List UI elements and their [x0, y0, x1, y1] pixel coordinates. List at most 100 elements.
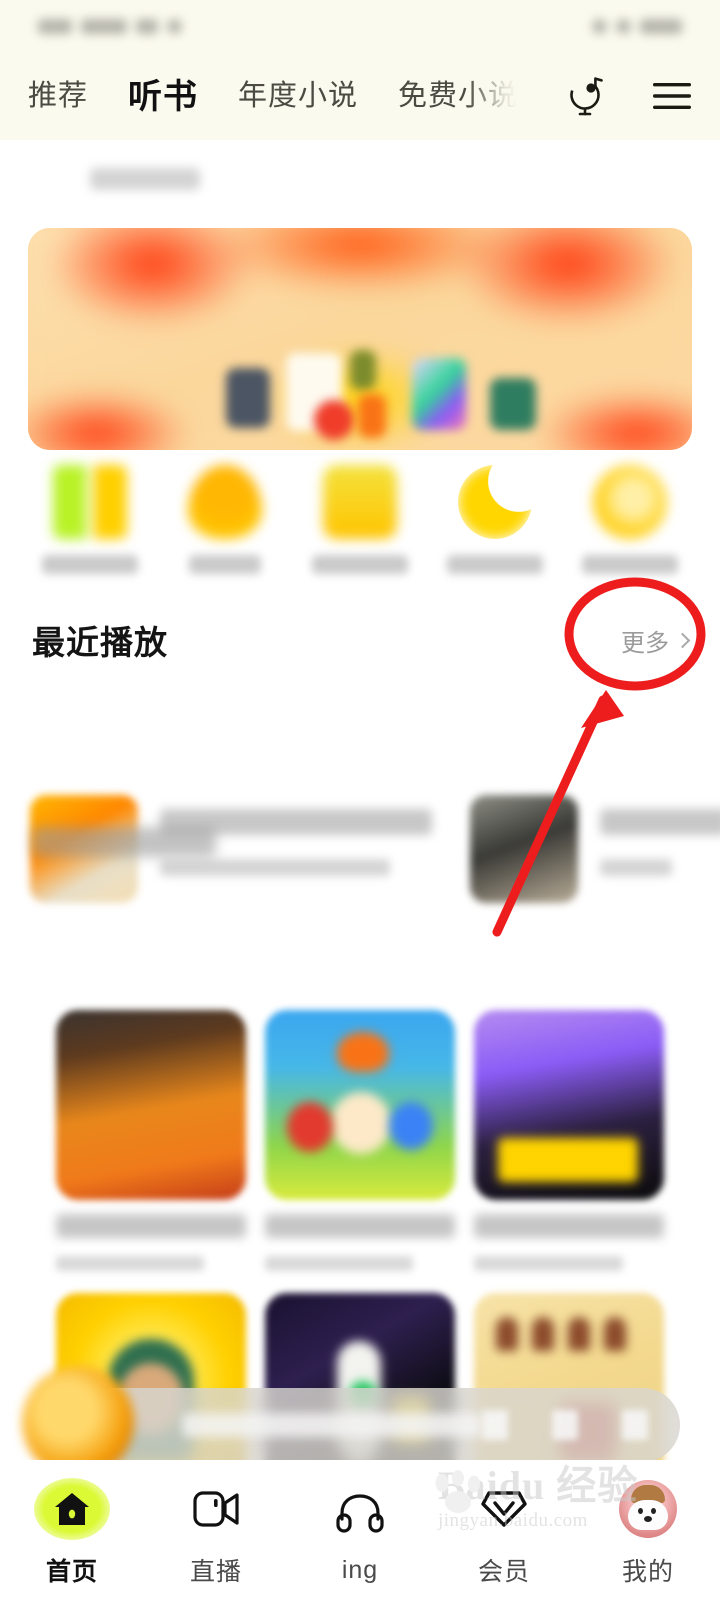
chevron-right-icon [674, 632, 691, 648]
book-title-1 [55, 1214, 246, 1238]
avatar-nose [644, 1516, 652, 1522]
quick-label-1 [41, 555, 138, 574]
breadcrumb-label [90, 168, 200, 190]
book-cover-3 [474, 1010, 665, 1200]
book-title-3 [474, 1214, 665, 1238]
recent-more-button[interactable]: 更多 [621, 623, 691, 658]
tab-vip-label: 会员 [477, 1558, 530, 1586]
recommend-section-header [0, 812, 720, 872]
status-bar [0, 0, 720, 52]
quick-icon-4 [458, 465, 533, 539]
wifi-icon [616, 18, 631, 34]
app-screen: 推荐 听书 年度小说 免费小说 最近播放 更多 首页 直播 ing 会员 我的 … [0, 0, 720, 1600]
quick-item-1[interactable] [30, 465, 150, 595]
page-content: 最近播放 更多 [0, 140, 720, 1554]
bottom-tab-bar: 首页 直播 ing 会员 我的 [0, 1460, 720, 1600]
menu-icon[interactable] [646, 70, 698, 122]
tab-mine-label: 我的 [621, 1558, 674, 1586]
playlist-button[interactable] [622, 1410, 648, 1440]
recommend-section-title [32, 827, 216, 857]
cover-figure-k [496, 1317, 519, 1351]
mini-player-controls [482, 1410, 648, 1440]
status-bar-left [38, 18, 182, 34]
quick-icon-1 [52, 465, 127, 539]
status-bar-right [592, 18, 682, 34]
avatar-icon [619, 1480, 677, 1538]
recent-section-title: 最近播放 [32, 624, 168, 661]
tab-ing-label: ing [341, 1555, 379, 1584]
tab-vip[interactable]: 会员 [432, 1460, 576, 1600]
mini-player-title [182, 1413, 482, 1437]
cover-figure-a [336, 1032, 389, 1072]
book-subtitle-1 [55, 1256, 204, 1271]
tab-recommend[interactable]: 推荐 [28, 70, 88, 122]
battery-icon [640, 18, 682, 34]
quick-item-3[interactable] [300, 465, 420, 595]
avatar [619, 1480, 677, 1538]
pause-button[interactable] [482, 1410, 508, 1440]
tab-ing[interactable]: ing [288, 1460, 432, 1600]
status-time [81, 18, 127, 34]
avatar-face [628, 1500, 668, 1530]
tab-free-novel[interactable]: 免费小说 [398, 70, 518, 122]
cover-figure-l [532, 1317, 555, 1351]
book-card-2[interactable] [264, 1010, 455, 1271]
vip-diamond-icon [480, 1480, 528, 1538]
quick-label-2 [188, 555, 261, 574]
signal-icon [592, 18, 607, 34]
status-dot-icon [167, 18, 182, 34]
cover-figure-b [330, 1092, 391, 1154]
quick-access-row [0, 465, 720, 595]
promo-banner[interactable] [28, 228, 692, 450]
book-title-2 [264, 1214, 455, 1238]
voice-search-icon[interactable] [560, 70, 612, 122]
cover-figure-m [568, 1317, 591, 1351]
cover-figure-e [498, 1138, 639, 1182]
recent-section-header: 最近播放 更多 [0, 610, 720, 670]
book-card-1[interactable] [55, 1010, 246, 1271]
cover-figure-d [388, 1102, 433, 1150]
quick-icon-5 [593, 465, 668, 539]
quick-item-5[interactable] [570, 465, 690, 595]
book-subtitle-2 [264, 1256, 414, 1271]
quick-item-4[interactable] [435, 465, 555, 595]
banner-product-5 [358, 394, 386, 438]
quick-label-4 [447, 555, 544, 574]
mini-player-bar[interactable] [22, 1366, 680, 1478]
tab-home[interactable]: 首页 [0, 1460, 144, 1600]
book-cover-2 [264, 1010, 455, 1200]
next-button[interactable] [552, 1410, 578, 1440]
banner-product-4 [350, 350, 376, 390]
home-active-bubble [34, 1478, 110, 1540]
book-cover-1 [55, 1010, 246, 1200]
video-camera-icon [190, 1480, 242, 1538]
avatar-eye-right [651, 1508, 656, 1514]
quick-label-3 [311, 555, 408, 574]
cover-figure-c [286, 1102, 333, 1152]
banner-product-7 [490, 378, 536, 430]
tab-audiobook[interactable]: 听书 [128, 67, 198, 126]
status-carrier [38, 18, 72, 34]
tab-annual-novel[interactable]: 年度小说 [238, 70, 358, 122]
banner-product-6 [412, 358, 466, 430]
tab-home-label: 首页 [45, 1558, 98, 1586]
recent-more-label: 更多 [621, 629, 669, 657]
top-navigation-bar: 推荐 听书 年度小说 免费小说 [0, 52, 720, 140]
banner-product-1 [226, 368, 270, 428]
quick-item-2[interactable] [165, 465, 285, 595]
book-card-3[interactable] [474, 1010, 665, 1271]
quick-icon-3 [322, 465, 397, 539]
home-icon [34, 1478, 110, 1540]
nav-actions [544, 70, 698, 122]
cover-figure-n [604, 1317, 627, 1351]
tab-mine[interactable]: 我的 [576, 1460, 720, 1600]
book-subtitle-3 [474, 1256, 623, 1271]
status-misc-icon [136, 18, 158, 34]
banner-product-3 [314, 400, 354, 440]
headphones-icon [335, 1484, 385, 1542]
avatar-eye-left [638, 1508, 643, 1514]
quick-label-5 [582, 555, 679, 574]
quick-icon-2 [187, 465, 262, 539]
tab-live[interactable]: 直播 [144, 1460, 288, 1600]
category-tabs[interactable]: 推荐 听书 年度小说 免费小说 [28, 67, 544, 126]
